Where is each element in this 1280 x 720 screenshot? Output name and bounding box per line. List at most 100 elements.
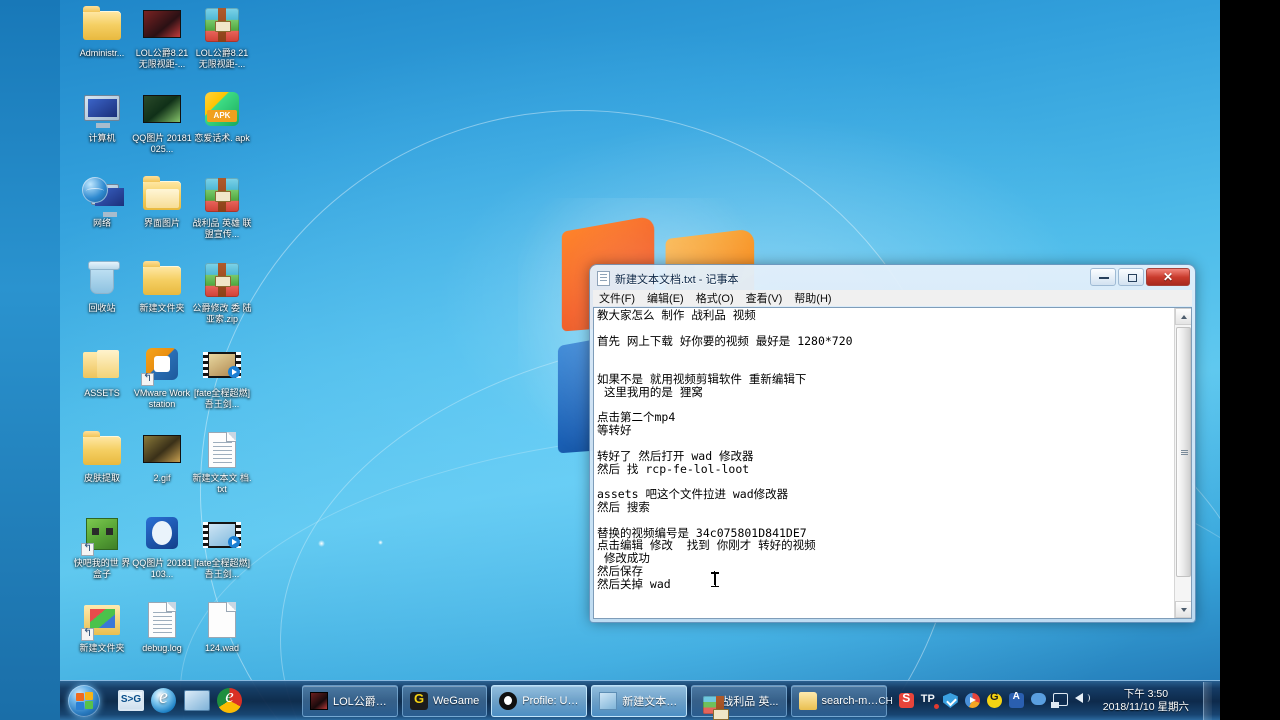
show-desktop-button[interactable] xyxy=(1203,682,1212,720)
taskbar-button-winrar[interactable]: 战利品 英... xyxy=(691,685,787,720)
desktop-icon[interactable]: 124.wad xyxy=(192,599,252,654)
blank-file-icon xyxy=(201,599,243,641)
scroll-down-button[interactable] xyxy=(1175,601,1191,618)
menu-item-view[interactable]: 查看(V) xyxy=(746,290,783,306)
desktop-icon[interactable]: 快吧我的世 界盒子 xyxy=(72,514,132,580)
taskbar-button-lol[interactable]: LOL公爵8.... xyxy=(302,685,398,717)
desktop-icon[interactable]: [fate全程超燃] 吾王剑... xyxy=(192,344,252,410)
system-tray: CH TP 下午 3:50 2018/11/10 星期六 xyxy=(878,681,1218,720)
desktop-icon[interactable]: LOL公爵8.21 无限视距-... xyxy=(132,4,192,70)
taskbar-button-label: Profile: Un... xyxy=(522,695,580,707)
desktop-screen: Administr... LOL公爵8.21 无限视距-... LOL公爵8.21 … xyxy=(0,0,1280,720)
notepad-document-icon xyxy=(597,271,610,286)
start-button[interactable] xyxy=(62,683,116,719)
desktop-icon[interactable]: 新建文件夹 xyxy=(72,599,132,654)
desktop-icon[interactable]: 公爵修改 委 陆亚索.zip xyxy=(192,259,252,325)
folder-pics-icon xyxy=(81,599,123,641)
folder-icon xyxy=(81,429,123,471)
chrome-icon[interactable] xyxy=(217,686,247,716)
sg-icon[interactable]: S>G xyxy=(118,686,148,716)
desktop-icon-label: 网络 xyxy=(92,218,111,228)
desktop-icon[interactable]: 新建文件夹 xyxy=(132,259,192,314)
desktop-icon[interactable]: 网络 xyxy=(72,174,132,229)
recycle-bin-icon xyxy=(81,259,123,301)
clock[interactable]: 下午 3:50 2018/11/10 星期六 xyxy=(1097,688,1195,714)
language-indicator[interactable]: CH xyxy=(878,696,892,707)
scrollbar-thumb[interactable] xyxy=(1176,327,1191,577)
desktop-icon-label: 回收站 xyxy=(88,303,116,313)
desktop-icon[interactable]: 新建文本文 档.txt xyxy=(192,429,252,495)
desktop-icon-label: VMware Workstation xyxy=(133,388,191,409)
taskbar-button-obs[interactable]: Profile: Un... xyxy=(491,685,588,717)
sg-icon-label: S>G xyxy=(120,694,142,705)
desktop-icon-label: 皮肤提取 xyxy=(83,473,120,483)
desktop-icon[interactable]: [fate全程超燃] 吾王剑... xyxy=(192,514,252,580)
desktop-icon-label: 2.gif xyxy=(153,473,171,483)
quick-launch-bar: S>G xyxy=(118,686,250,716)
taskbar-button-searchms[interactable]: search-ms... xyxy=(790,685,887,717)
desktop-icon-label: [fate全程超燃] 吾王剑... xyxy=(193,388,250,409)
menu-item-help[interactable]: 帮助(H) xyxy=(794,290,831,306)
notepad-titlebar[interactable]: 新建文本文档.txt - 记事本 ✕ xyxy=(591,266,1194,290)
desktop-icon[interactable]: 皮肤提取 xyxy=(72,429,132,484)
close-button[interactable]: ✕ xyxy=(1146,268,1190,286)
sogou-icon[interactable] xyxy=(898,691,915,709)
menu-item-format[interactable]: 格式(O) xyxy=(696,290,734,306)
wegame-tray-icon[interactable] xyxy=(986,691,1003,709)
menu-item-edit[interactable]: 编辑(E) xyxy=(647,290,684,306)
lol-icon xyxy=(310,692,328,710)
tp-icon[interactable]: TP xyxy=(921,693,939,709)
wallpaper-sparkle xyxy=(318,540,325,547)
desktop-icon[interactable]: VMware Workstation xyxy=(132,344,192,410)
video-file-icon xyxy=(201,344,243,386)
internet-explorer-icon[interactable] xyxy=(151,686,181,716)
menu-item-file[interactable]: 文件(F) xyxy=(599,290,635,306)
notepad-title-text: 新建文本文档.txt - 记事本 xyxy=(615,274,739,286)
vertical-scrollbar[interactable] xyxy=(1174,308,1191,618)
notepad-window[interactable]: 新建文本文档.txt - 记事本 ✕ 文件(F) 编辑(E) 格式(O) 查看(… xyxy=(590,265,1195,622)
desktop-icon[interactable]: 2.gif xyxy=(132,429,192,484)
desktop-icon[interactable]: debug.log xyxy=(132,599,192,654)
desktop-icon[interactable]: QQ图片 20181103... xyxy=(132,514,192,580)
desktop-icon[interactable]: QQ图片 20181025... xyxy=(132,89,192,155)
wallpaper-sparkle xyxy=(378,540,383,545)
desktop-icon[interactable]: 界面图片 xyxy=(132,174,192,229)
taskbar-button-notepad[interactable]: 新建文本文... xyxy=(591,685,688,717)
scroll-up-button[interactable] xyxy=(1175,308,1191,325)
network-globe-icon xyxy=(81,174,124,217)
photo-lol-icon xyxy=(141,4,183,46)
vmware-icon xyxy=(141,344,183,386)
desktop-icon-label: 计算机 xyxy=(88,133,116,143)
rar-archive-icon xyxy=(201,259,243,301)
shield-icon[interactable] xyxy=(942,693,959,709)
desktop-icon-label: 新建文件夹 xyxy=(139,303,185,313)
maximize-button[interactable] xyxy=(1118,268,1144,286)
desktop-icon[interactable]: 战利品 英雄 联盟宣传... xyxy=(192,174,252,240)
folder-icon xyxy=(798,692,817,710)
rar-archive-icon xyxy=(201,4,243,46)
taskbar-button-wegame[interactable]: WeGame xyxy=(402,685,488,717)
text-file-icon xyxy=(141,599,183,641)
desktop-icon-label: Administr... xyxy=(79,48,125,58)
wegame-icon xyxy=(410,691,428,710)
desktop-icon[interactable]: ASSETS xyxy=(72,344,132,399)
show-desktop-icon[interactable] xyxy=(184,686,214,716)
desktop-icon[interactable]: Administr... xyxy=(72,4,132,59)
desktop-icon-label: 124.wad xyxy=(204,643,240,653)
minecraft-icon xyxy=(81,514,123,556)
volume-icon[interactable] xyxy=(1074,693,1091,709)
blue-app-icon[interactable] xyxy=(1008,691,1025,709)
desktop-icon[interactable]: 计算机 xyxy=(72,89,132,144)
desktop-icon-label: 快吧我的世 界盒子 xyxy=(73,558,131,579)
network-icon[interactable] xyxy=(1050,693,1069,709)
desktop-icon-grid: Administr... LOL公爵8.21 无限视距-... LOL公爵8.21 … xyxy=(60,0,310,680)
photo-gif-icon xyxy=(141,429,183,471)
desktop-icon[interactable]: LOL公爵8.21 无限视距-... xyxy=(192,4,252,70)
desktop-icon[interactable]: 回收站 xyxy=(72,259,132,314)
taskbar-buttons: LOL公爵8.... WeGame Profile: Un... 新建文本文..… xyxy=(302,685,887,720)
media-player-icon[interactable] xyxy=(964,693,981,709)
gamepad-icon[interactable] xyxy=(1030,693,1047,709)
notepad-text-area[interactable]: 教大家怎么 制作 战利品 视频 首先 网上下载 好你要的视频 最好是 1280*… xyxy=(593,307,1192,619)
desktop-icon[interactable]: APK 恋爱话术. apk xyxy=(192,89,252,144)
minimize-button[interactable] xyxy=(1090,268,1116,286)
